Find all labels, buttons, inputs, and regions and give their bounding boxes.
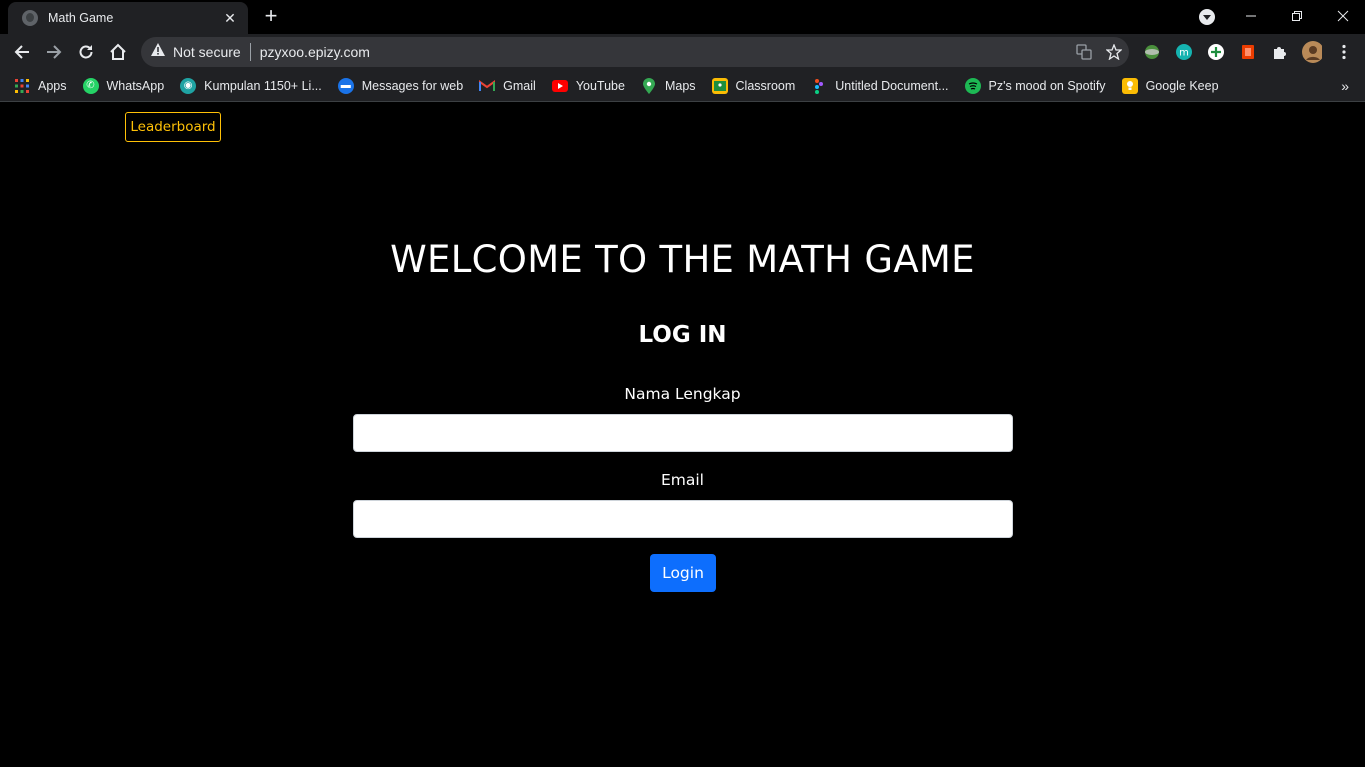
tab-title: Math Game — [48, 11, 114, 25]
bookmark-whatsapp[interactable]: ✆ WhatsApp — [82, 77, 165, 94]
url-text[interactable]: pzyxoo.epizy.com — [260, 44, 1069, 60]
login-heading: LOG IN — [638, 322, 727, 348]
bookmark-messages[interactable]: ▬ Messages for web — [337, 77, 464, 94]
classroom-icon — [711, 77, 728, 94]
leaderboard-button[interactable]: Leaderboard — [125, 112, 221, 142]
bookmark-label: Maps — [664, 78, 696, 93]
bookmark-label: Google Keep — [1145, 78, 1219, 93]
svg-text:m: m — [1179, 48, 1189, 59]
security-status[interactable]: Not secure — [173, 44, 241, 60]
back-button[interactable] — [9, 39, 35, 65]
address-bar[interactable]: Not secure pzyxoo.epizy.com — [141, 37, 1129, 67]
minimize-button[interactable] — [1228, 0, 1274, 32]
bookmark-label: Apps — [38, 78, 67, 93]
bookmark-apps[interactable]: Apps — [14, 78, 67, 94]
close-icon — [1337, 10, 1349, 22]
email-label: Email — [660, 471, 704, 489]
new-tab-button[interactable]: + — [260, 5, 282, 28]
warning-icon[interactable] — [151, 43, 165, 61]
page-title: WELCOME TO THE MATH GAME — [390, 238, 975, 281]
login-button[interactable]: Login — [650, 554, 716, 592]
browser-menu-icon[interactable] — [1334, 42, 1354, 62]
page-content: Leaderboard WELCOME TO THE MATH GAME LOG… — [0, 103, 1365, 767]
arrow-left-icon — [14, 45, 29, 59]
home-button[interactable] — [105, 39, 131, 65]
messages-icon: ▬ — [337, 77, 354, 94]
home-icon — [110, 43, 126, 60]
bookmark-label: YouTube — [575, 78, 625, 93]
bookmark-spotify[interactable]: Pz's mood on Spotify — [964, 77, 1106, 94]
tab-search-icon[interactable] — [1199, 9, 1215, 25]
tab-close-icon[interactable]: ✕ — [222, 10, 238, 27]
restore-button[interactable] — [1274, 0, 1320, 32]
translate-icon[interactable] — [1069, 37, 1099, 67]
bookmark-kumpulan[interactable]: ◉ Kumpulan 1150+ Li... — [180, 77, 322, 94]
extension-m-icon[interactable]: m — [1174, 42, 1194, 62]
whatsapp-icon: ✆ — [82, 77, 99, 94]
browser-toolbar: Not secure pzyxoo.epizy.com m — [0, 34, 1365, 70]
omnibox-divider — [249, 43, 251, 61]
bookmark-google-keep[interactable]: Google Keep — [1121, 77, 1219, 94]
bookmark-label: Gmail — [503, 78, 536, 93]
youtube-icon — [551, 78, 568, 94]
maps-icon — [641, 77, 657, 94]
kumpulan-icon: ◉ — [180, 77, 197, 94]
close-window-button[interactable] — [1320, 0, 1365, 32]
bookmark-label: Pz's mood on Spotify — [988, 78, 1106, 93]
bookmark-label: WhatsApp — [106, 78, 165, 93]
arrow-right-icon — [47, 45, 62, 59]
bookmark-classroom[interactable]: Classroom — [711, 77, 796, 94]
apps-grid-icon — [14, 78, 30, 94]
bookmark-gmail[interactable]: Gmail — [479, 78, 536, 94]
extension-globe-icon[interactable] — [1142, 42, 1162, 62]
document-icon — [811, 78, 827, 94]
extension-plus-icon[interactable] — [1206, 42, 1226, 62]
bookmark-youtube[interactable]: YouTube — [551, 78, 625, 94]
forward-button[interactable] — [41, 39, 67, 65]
bookmark-label: Untitled Document... — [835, 78, 949, 93]
browser-tab[interactable]: Math Game ✕ — [8, 2, 248, 34]
minimize-icon — [1246, 15, 1256, 17]
name-input[interactable] — [353, 414, 1013, 452]
bookmark-label: Messages for web — [361, 78, 464, 93]
avatar[interactable] — [1302, 41, 1322, 63]
name-label: Nama Lengkap — [624, 385, 741, 403]
extension-office-icon[interactable] — [1238, 42, 1258, 62]
bookmark-maps[interactable]: Maps — [641, 77, 696, 94]
bookmarks-bar: Apps ✆ WhatsApp ◉ Kumpulan 1150+ Li... ▬… — [0, 70, 1365, 102]
bookmark-untitled-document[interactable]: Untitled Document... — [811, 78, 949, 94]
restore-icon — [1292, 11, 1302, 21]
bookmark-star-icon[interactable] — [1099, 37, 1129, 67]
bookmarks-overflow-icon[interactable]: » — [1341, 78, 1349, 94]
email-input[interactable] — [353, 500, 1013, 538]
reload-icon — [79, 45, 93, 59]
keep-icon — [1121, 77, 1138, 94]
tab-strip: Math Game ✕ + — [0, 0, 1365, 34]
extensions-puzzle-icon[interactable] — [1270, 42, 1290, 62]
globe-icon — [22, 10, 38, 26]
gmail-icon — [479, 78, 496, 94]
spotify-icon — [964, 77, 981, 94]
bookmark-label: Kumpulan 1150+ Li... — [204, 78, 322, 93]
reload-button[interactable] — [73, 39, 99, 65]
bookmark-label: Classroom — [735, 78, 796, 93]
